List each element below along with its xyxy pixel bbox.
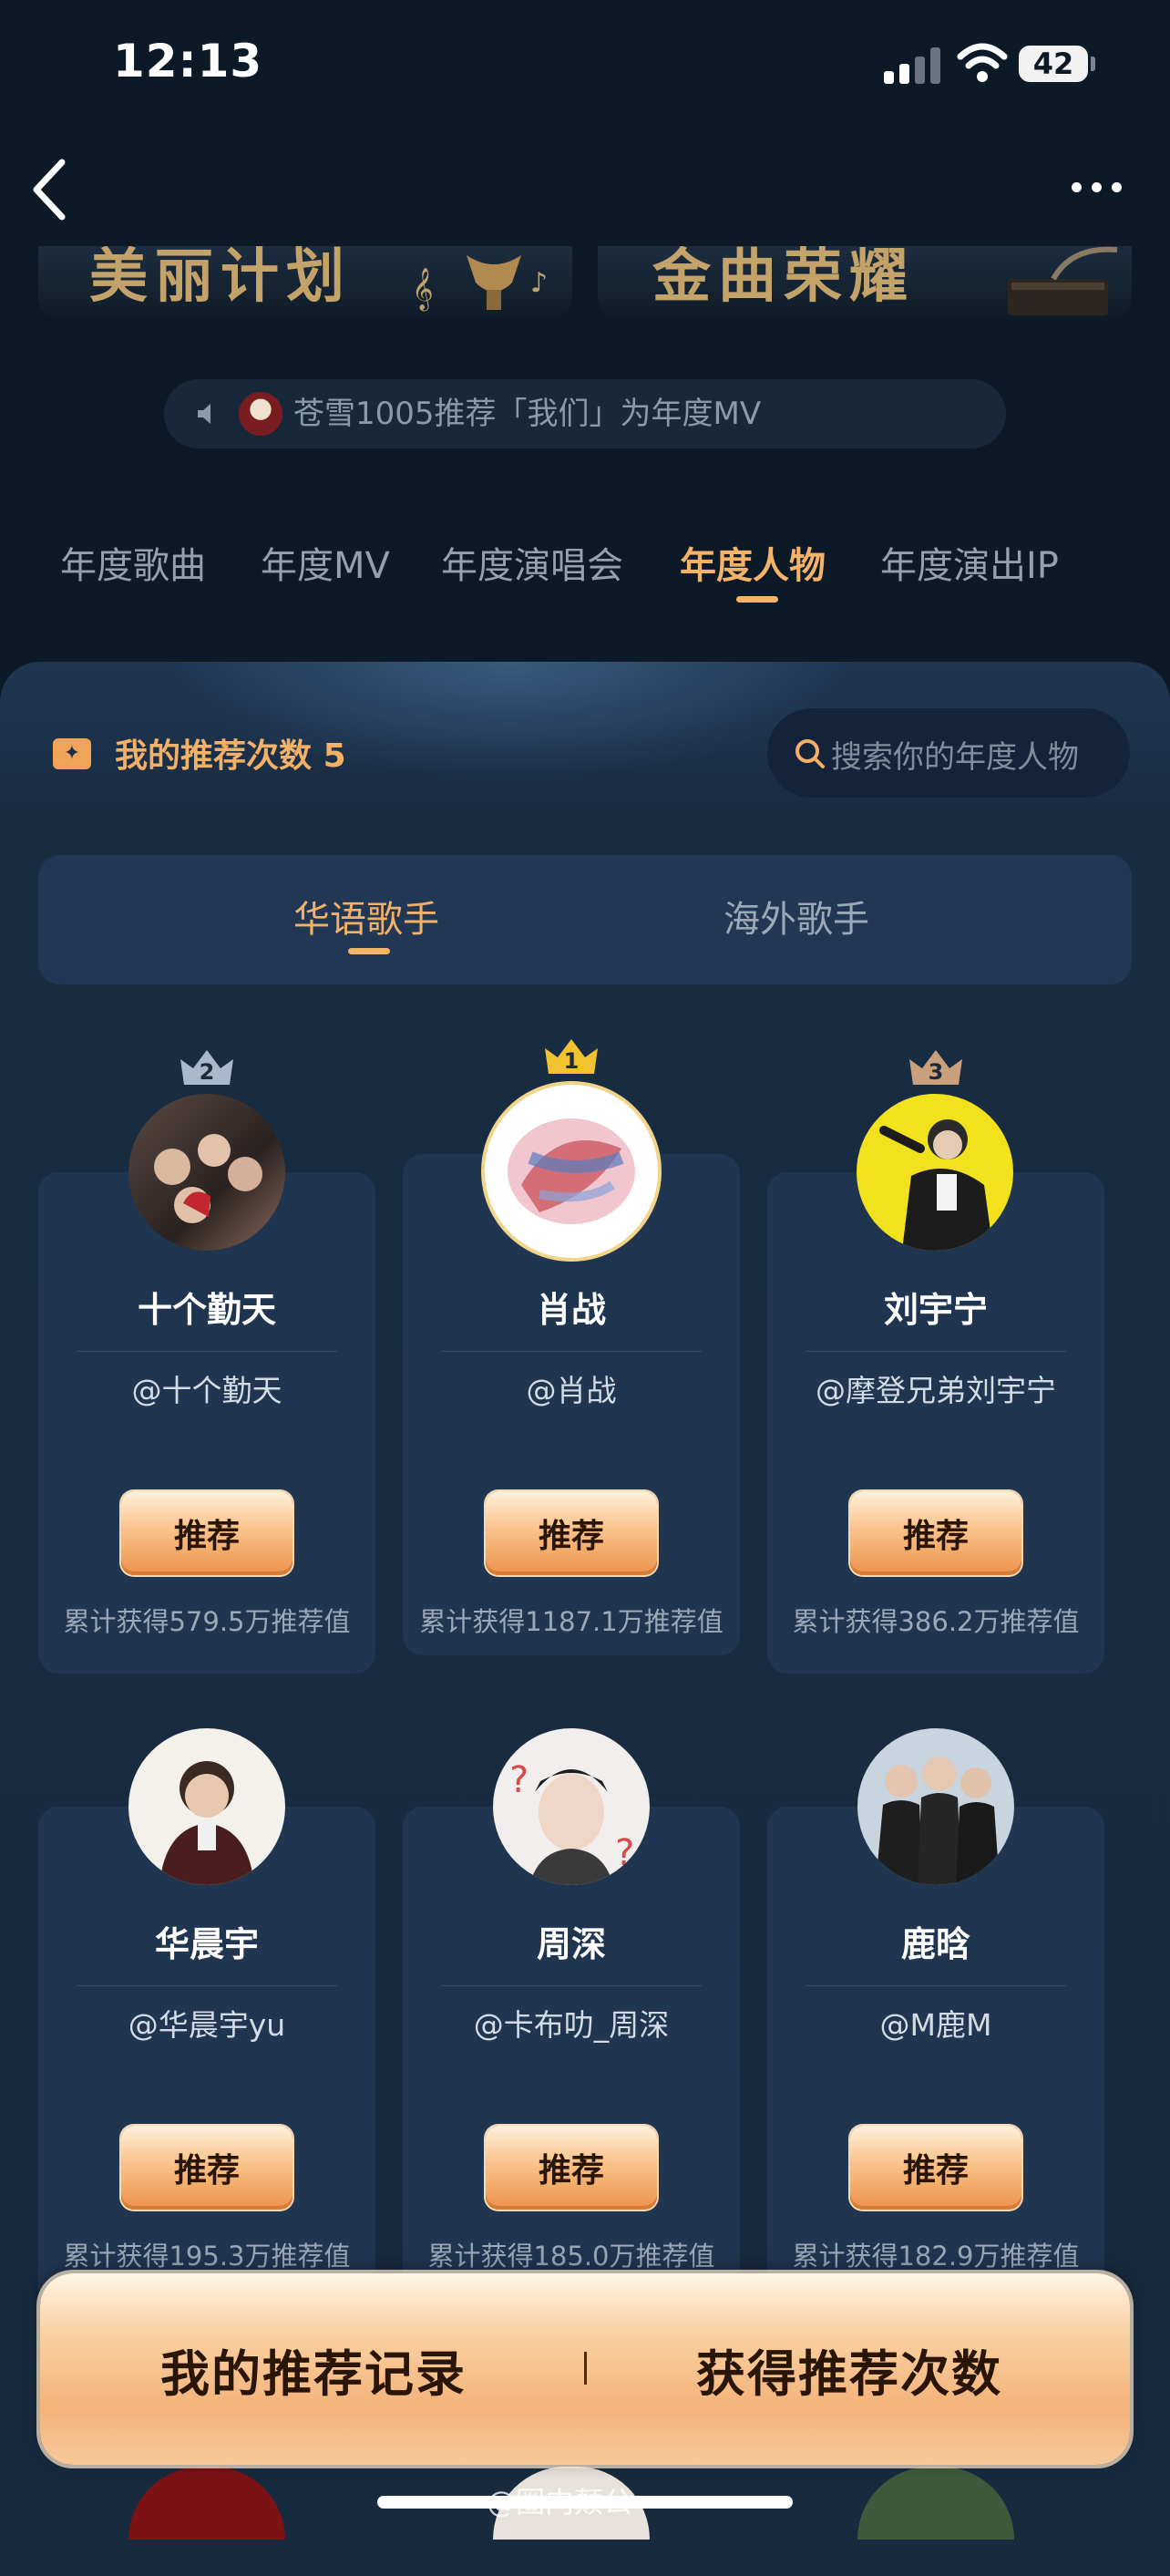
svg-text:𝄞: 𝄞 — [412, 268, 434, 312]
gramophone-icon — [1008, 246, 1118, 315]
rank-number: 1 — [563, 1048, 580, 1074]
recommend-count-label: 我的推荐次数 — [115, 737, 313, 775]
recommend-button[interactable]: 推荐 — [850, 2126, 1021, 2210]
singer-region-tabs — [38, 855, 1132, 984]
singer-avatar[interactable] — [485, 1085, 658, 1258]
singer-handle[interactable]: @肖战 — [426, 1369, 717, 1413]
tab-annual-song[interactable]: 年度歌曲 — [60, 536, 206, 589]
battery-level: 42 — [1019, 46, 1088, 82]
banner-title: 金曲荣耀 — [652, 246, 915, 311]
battery-tip — [1091, 57, 1095, 71]
card-divider — [77, 1351, 337, 1352]
card-divider — [441, 1985, 702, 1986]
search-placeholder: 搜索你的年度人物 — [831, 739, 1079, 776]
singer-handle[interactable]: @华晨宇yu — [61, 2004, 353, 2047]
card-divider — [441, 1351, 702, 1352]
recommend-button[interactable]: 推荐 — [121, 2126, 292, 2210]
tab-annual-person[interactable]: 年度人物 — [680, 536, 826, 589]
music-trophy-icon: 𝄞 ♪ — [412, 255, 548, 312]
singer-name: 周深 — [536, 1924, 606, 1964]
singer-handle[interactable]: @卡布叻_周深 — [426, 2004, 717, 2047]
banner-right[interactable]: 金曲荣耀 — [598, 246, 1132, 323]
ticket-icon — [53, 738, 91, 769]
singer-name: 华晨宇 — [154, 1924, 259, 1964]
singer-name: 十个勤天 — [137, 1290, 276, 1330]
wifi-icon — [957, 43, 1008, 82]
tab-annual-mv[interactable]: 年度MV — [261, 536, 390, 589]
singer-avatar[interactable] — [857, 1094, 1013, 1251]
my-recommend-record-button[interactable]: 我的推荐记录 — [160, 2334, 467, 2406]
watermark: @圈内颠公 — [487, 2485, 633, 2519]
broadcast-text: 苍雪1005推荐「我们」为年度MV — [293, 396, 762, 432]
singer-handle[interactable]: @M鹿M — [790, 2004, 1082, 2047]
recommend-button[interactable]: 推荐 — [486, 1491, 657, 1575]
status-time: 12:13 — [113, 35, 263, 88]
recommend-button[interactable]: 推荐 — [850, 1491, 1021, 1575]
tab-annual-concert[interactable]: 年度演唱会 — [441, 536, 623, 589]
card-divider — [806, 1351, 1066, 1352]
recommend-total: 累计获得182.9万推荐值 — [792, 2241, 1080, 2272]
recommend-total: 累计获得386.2万推荐值 — [792, 1606, 1080, 1637]
speaker-icon — [198, 404, 210, 424]
singer-avatar[interactable] — [128, 1094, 285, 1251]
search-icon — [795, 739, 825, 768]
get-recommend-count-button[interactable]: 获得推荐次数 — [696, 2334, 1002, 2406]
rank-number: 3 — [928, 1059, 944, 1085]
svg-text:♪: ♪ — [530, 267, 548, 299]
singer-name: 鹿晗 — [900, 1924, 970, 1964]
rank-number: 2 — [199, 1059, 215, 1085]
more-options-button[interactable] — [1064, 173, 1128, 201]
banner-left[interactable]: 美丽计划 𝄞 ♪ — [38, 246, 572, 323]
recommend-count-value: 5 — [323, 737, 346, 775]
singer-name: 刘宇宁 — [883, 1290, 988, 1330]
recommend-total: 累计获得195.3万推荐值 — [63, 2241, 351, 2272]
tab-overseas-singers[interactable]: 海外歌手 — [724, 890, 869, 943]
recommend-button[interactable]: 推荐 — [121, 1491, 292, 1575]
recommend-button[interactable]: 推荐 — [486, 2126, 657, 2210]
singer-handle[interactable]: @摩登兄弟刘宇宁 — [790, 1369, 1082, 1413]
broadcast-user-avatar — [239, 392, 282, 436]
singer-avatar[interactable]: ? ? — [493, 1728, 650, 1885]
tab-chinese-singers[interactable]: 华语歌手 — [293, 890, 439, 943]
bottom-bar-divider — [584, 2352, 587, 2385]
recommend-total: 累计获得579.5万推荐值 — [63, 1606, 351, 1637]
tab-annual-show-ip[interactable]: 年度演出IP — [880, 536, 1059, 589]
active-subtab-indicator — [348, 948, 390, 954]
recommend-count: 我的推荐次数 5 — [115, 729, 346, 777]
singer-avatar[interactable] — [128, 1728, 285, 1885]
recommend-total: 累计获得185.0万推荐值 — [427, 2241, 715, 2272]
singer-handle[interactable]: @十个勤天 — [61, 1369, 353, 1413]
singer-name: 肖战 — [536, 1290, 606, 1330]
card-divider — [806, 1985, 1066, 1986]
card-divider — [77, 1985, 337, 1986]
back-button[interactable] — [27, 155, 82, 224]
cellular-signal-icon — [884, 47, 940, 84]
recommend-total: 累计获得1187.1万推荐值 — [419, 1606, 724, 1637]
svg-text:?: ? — [509, 1759, 529, 1801]
active-tab-indicator — [736, 596, 778, 603]
singer-avatar[interactable] — [857, 1728, 1014, 1885]
banner-title: 美丽计划 — [89, 246, 352, 311]
